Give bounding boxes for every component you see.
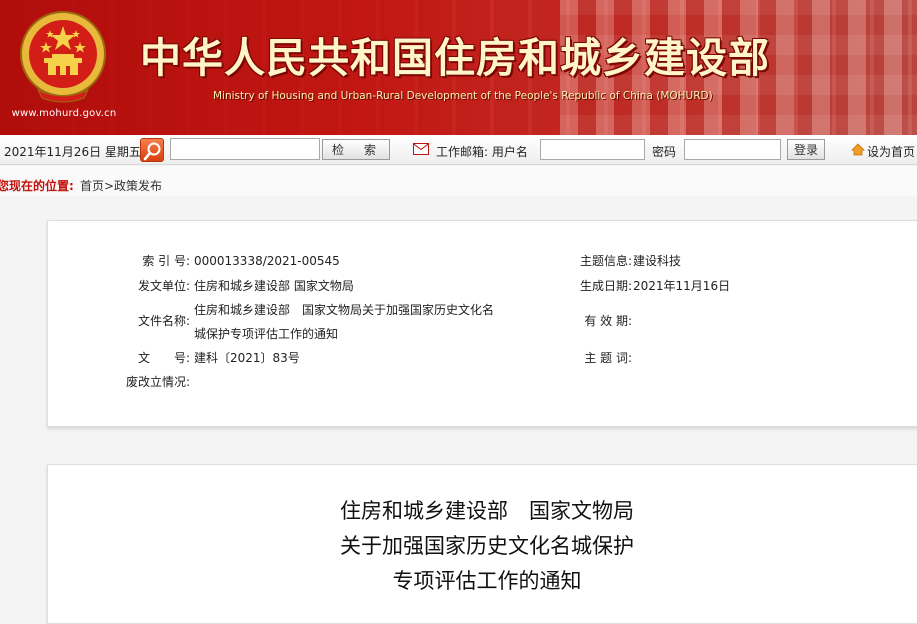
- doc-number-label: 文 号:: [137, 351, 190, 365]
- keywords-row: 主 题 词:: [568, 349, 632, 366]
- document-title-line1: 住房和城乡建设部 国家文物局: [340, 499, 634, 523]
- username-input[interactable]: [540, 139, 645, 160]
- topic-value: 建设科技: [633, 254, 682, 268]
- doc-name-label: 文件名称:: [137, 314, 190, 328]
- mail-username-label: 工作邮箱: 用户名: [436, 145, 528, 159]
- search-input[interactable]: [170, 138, 320, 160]
- top-toolbar: 2021年11月26日 星期五 检 索 工作邮箱: 用户名 密码 登录 设为首页: [0, 135, 917, 165]
- index-number-label: 索 引 号:: [142, 254, 190, 268]
- doc-name-value-line1: 住房和城乡建设部 国家文物局关于加强国家历史文化名: [194, 303, 495, 317]
- index-number-value: 000013338/2021-00545: [194, 254, 340, 268]
- doc-number-row: 文 号: 建科〔2021〕83号: [132, 349, 300, 366]
- login-button[interactable]: 登录: [787, 139, 825, 160]
- status-label: 废改立情况:: [125, 375, 190, 389]
- validity-row: 有 效 期:: [568, 312, 632, 329]
- set-homepage-link[interactable]: 设为首页: [867, 143, 915, 160]
- document-body-card: 住房和城乡建设部 国家文物局 关于加强国家历史文化名城保护 专项评估工作的通知: [47, 464, 917, 624]
- document-title-line2: 关于加强国家历史文化名城保护: [340, 534, 634, 558]
- breadcrumb-path[interactable]: 首页>政策发布: [80, 177, 162, 194]
- current-date: 2021年11月26日 星期五: [4, 145, 141, 159]
- password-label: 密码: [652, 145, 677, 159]
- ministry-name-cn: 中华人民共和国住房和城乡建设部: [140, 34, 770, 82]
- topic-label: 主题信息:: [579, 254, 632, 268]
- doc-name-label-row: 文件名称:: [132, 312, 190, 329]
- search-button[interactable]: 检 索: [322, 139, 390, 160]
- ministry-name-en: Ministry of Housing and Urban-Rural Deve…: [213, 90, 713, 102]
- date-value: 2021年11月16日: [633, 279, 731, 293]
- date-row: 生成日期:2021年11月16日: [568, 277, 730, 294]
- status-row: 废改立情况:: [118, 373, 190, 390]
- date-label: 生成日期:: [579, 279, 632, 293]
- breadcrumb: 您现在的位置: 首页>政策发布: [0, 166, 917, 196]
- issuer-label: 发文单位:: [137, 279, 190, 293]
- header-banner: www.mohurd.gov.cn 中华人民共和国住房和城乡建设部 Minist…: [0, 0, 917, 135]
- index-number-row: 索 引 号: 000013338/2021-00545: [134, 252, 340, 269]
- document-title-line3: 专项评估工作的通知: [392, 569, 582, 593]
- document-info-card: 索 引 号: 000013338/2021-00545 主题信息:建设科技 发文单…: [47, 220, 917, 427]
- site-url: www.mohurd.gov.cn: [11, 108, 117, 119]
- home-icon: [851, 143, 865, 156]
- breadcrumb-label: 您现在的位置:: [0, 179, 74, 193]
- mail-icon: [413, 143, 429, 155]
- validity-label: 有 效 期:: [584, 314, 632, 328]
- doc-name-value-line2: 城保护专项评估工作的通知: [194, 327, 339, 341]
- keywords-label: 主 题 词:: [584, 351, 632, 365]
- national-emblem-icon: [20, 11, 106, 103]
- topic-row: 主题信息:建设科技: [568, 252, 681, 269]
- issuer-value: 住房和城乡建设部 国家文物局: [194, 279, 354, 293]
- doc-number-value: 建科〔2021〕83号: [194, 351, 300, 365]
- issuer-row: 发文单位: 住房和城乡建设部 国家文物局: [132, 277, 354, 294]
- password-input[interactable]: [684, 139, 781, 160]
- search-icon[interactable]: [140, 138, 164, 162]
